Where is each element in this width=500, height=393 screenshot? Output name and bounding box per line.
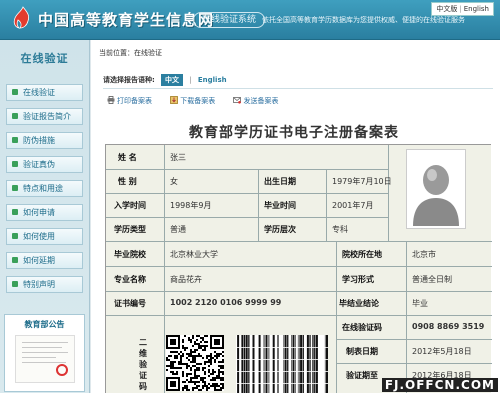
header-description: 依托全国高等教育学历数据库为您提供权威、便捷的在线验证服务 bbox=[262, 16, 465, 24]
sidebar-item-anti-fake[interactable]: 防伪措施 bbox=[6, 132, 83, 149]
grad-value: 2001年7月 bbox=[332, 201, 374, 210]
gender-label: 性 别 bbox=[118, 177, 137, 186]
type-label: 学历类型 bbox=[114, 225, 146, 234]
action-bar: 打印备案表 下载备案表 发送备案表 bbox=[107, 96, 294, 106]
grad-label: 毕业时间 bbox=[264, 201, 296, 210]
form-value: 普通全日制 bbox=[412, 275, 452, 284]
sidebar-item-label: 如何延期 bbox=[23, 256, 55, 265]
enroll-label: 入学时间 bbox=[114, 201, 146, 210]
made-date-label: 制表日期 bbox=[346, 347, 378, 356]
certificate-table: 姓 名 张三 性 别 女 出生日期 1979年7月10日 入学时间 1998年9… bbox=[105, 144, 492, 393]
sidebar-item-how-use[interactable]: 如何使用 bbox=[6, 228, 83, 245]
sidebar-item-online-verify[interactable]: 在线验证 bbox=[6, 84, 83, 101]
bullet-icon bbox=[12, 137, 18, 143]
level-value: 专科 bbox=[332, 225, 348, 234]
lang-prompt: 请选择报告语种: bbox=[103, 76, 155, 84]
sidebar-item-statement[interactable]: 特别声明 bbox=[6, 276, 83, 293]
site-header: 中国高等教育学生信息网 在线验证系统 依托全国高等教育学历数据库为您提供权威、便… bbox=[0, 0, 500, 40]
sidebar-item-verify-authenticity[interactable]: 验证真伪 bbox=[6, 156, 83, 173]
sidebar-item-label: 特点和用途 bbox=[23, 184, 63, 193]
report-language-selector: 请选择报告语种: 中文 | English bbox=[103, 74, 227, 86]
sidebar-item-how-apply[interactable]: 如何申请 bbox=[6, 204, 83, 221]
gender-value: 女 bbox=[170, 177, 178, 186]
verify-code-label: 在线验证码 bbox=[342, 323, 382, 332]
sidebar-menu: 在线验证 验证报告简介 防伪措施 验证真伪 特点和用途 如何申请 如何使用 如何… bbox=[0, 84, 89, 293]
major-label: 专业名称 bbox=[114, 275, 146, 284]
watermark: FJ.OFFCN.COM bbox=[381, 378, 498, 392]
conclusion-value: 毕业 bbox=[412, 299, 428, 308]
sidebar-item-features[interactable]: 特点和用途 bbox=[6, 180, 83, 197]
sidebar-item-label: 防伪措施 bbox=[23, 136, 55, 145]
ministry-notice-box[interactable]: 教育部公告 bbox=[4, 314, 85, 392]
print-icon bbox=[107, 96, 115, 104]
breadcrumb: 当前位置：在线验证 bbox=[99, 49, 162, 57]
made-date-value: 2012年5月18日 bbox=[412, 347, 472, 356]
sidebar-item-report-intro[interactable]: 验证报告简介 bbox=[6, 108, 83, 125]
sidebar-title: 在线验证 bbox=[20, 52, 69, 65]
print-label: 打印备案表 bbox=[117, 97, 152, 105]
birth-value: 1979年7月10日 bbox=[332, 177, 392, 186]
system-badge: 在线验证系统 bbox=[193, 12, 266, 28]
main-content: 当前位置：在线验证 请选择报告语种: 中文 | English 打印备案表 下载… bbox=[91, 40, 500, 393]
verify-code-value: 0908 8869 3519 bbox=[412, 322, 485, 331]
bullet-icon bbox=[12, 161, 18, 167]
sidebar-item-label: 验证真伪 bbox=[23, 160, 55, 169]
lang-en-link[interactable]: English bbox=[464, 5, 489, 13]
birth-label: 出生日期 bbox=[264, 177, 296, 186]
notice-document-thumbnail[interactable] bbox=[14, 335, 75, 383]
lang-option-english[interactable]: English bbox=[198, 76, 227, 84]
sidebar: 在线验证 在线验证 验证报告简介 防伪措施 验证真伪 特点和用途 如何申请 如何… bbox=[0, 40, 90, 393]
name-value: 张三 bbox=[170, 153, 186, 162]
lang-option-chinese[interactable]: 中文 bbox=[161, 74, 184, 86]
download-label: 下载备案表 bbox=[180, 97, 216, 105]
school-value: 北京林业大学 bbox=[170, 250, 218, 259]
language-switch: 中文版 | English bbox=[431, 2, 494, 16]
enroll-value: 1998年9月 bbox=[170, 201, 212, 210]
send-label: 发送备案表 bbox=[243, 97, 279, 105]
bullet-icon bbox=[12, 209, 18, 215]
page-title: 教育部学历证书电子注册备案表 bbox=[189, 125, 399, 141]
bullet-icon bbox=[12, 185, 18, 191]
barcode-icon bbox=[236, 335, 328, 393]
site-logo-text[interactable]: 中国高等教育学生信息网 bbox=[38, 9, 214, 30]
sidebar-item-label: 在线验证 bbox=[23, 88, 55, 97]
sidebar-item-label: 如何申请 bbox=[23, 208, 55, 217]
sidebar-item-label: 特别声明 bbox=[23, 280, 55, 289]
conclusion-label: 毕结业结论 bbox=[339, 299, 379, 308]
location-label: 院校所在地 bbox=[342, 250, 382, 259]
print-button[interactable]: 打印备案表 bbox=[107, 96, 154, 105]
cert-number-label: 证书编号 bbox=[114, 299, 146, 308]
send-button[interactable]: 发送备案表 bbox=[233, 97, 278, 105]
qr-code-label: 二维验证码 bbox=[139, 338, 147, 391]
bullet-icon bbox=[12, 113, 18, 119]
location-value: 北京市 bbox=[412, 250, 436, 259]
lang-divider: | bbox=[189, 76, 192, 84]
type-value: 普通 bbox=[170, 225, 186, 234]
form-label: 学习形式 bbox=[342, 275, 374, 284]
seal-icon bbox=[55, 364, 68, 376]
major-value: 商品花卉 bbox=[170, 275, 202, 284]
valid-until-label: 验证期至 bbox=[346, 371, 378, 380]
download-button[interactable]: 下载备案表 bbox=[170, 96, 217, 105]
send-icon bbox=[233, 97, 242, 104]
sidebar-item-label: 验证报告简介 bbox=[23, 112, 71, 121]
bullet-icon bbox=[12, 233, 18, 239]
level-label: 学历层次 bbox=[264, 225, 296, 234]
school-label: 毕业院校 bbox=[114, 250, 146, 259]
notice-title: 教育部公告 bbox=[24, 320, 65, 329]
bullet-icon bbox=[12, 257, 18, 263]
divider bbox=[103, 88, 493, 89]
sidebar-item-label: 如何使用 bbox=[23, 232, 55, 241]
bullet-icon bbox=[12, 89, 18, 95]
download-icon bbox=[170, 96, 179, 104]
logo-flame-icon bbox=[13, 6, 30, 29]
sidebar-item-how-extend[interactable]: 如何延期 bbox=[6, 252, 83, 269]
qr-code-icon bbox=[166, 335, 224, 391]
name-label: 姓 名 bbox=[118, 153, 137, 162]
photo-placeholder bbox=[406, 149, 466, 229]
bullet-icon bbox=[12, 281, 18, 287]
cert-number-value: 1002 2120 0106 9999 99 bbox=[170, 298, 282, 307]
avatar-placeholder-icon bbox=[413, 165, 459, 226]
lang-cn-link[interactable]: 中文版 bbox=[436, 5, 457, 13]
